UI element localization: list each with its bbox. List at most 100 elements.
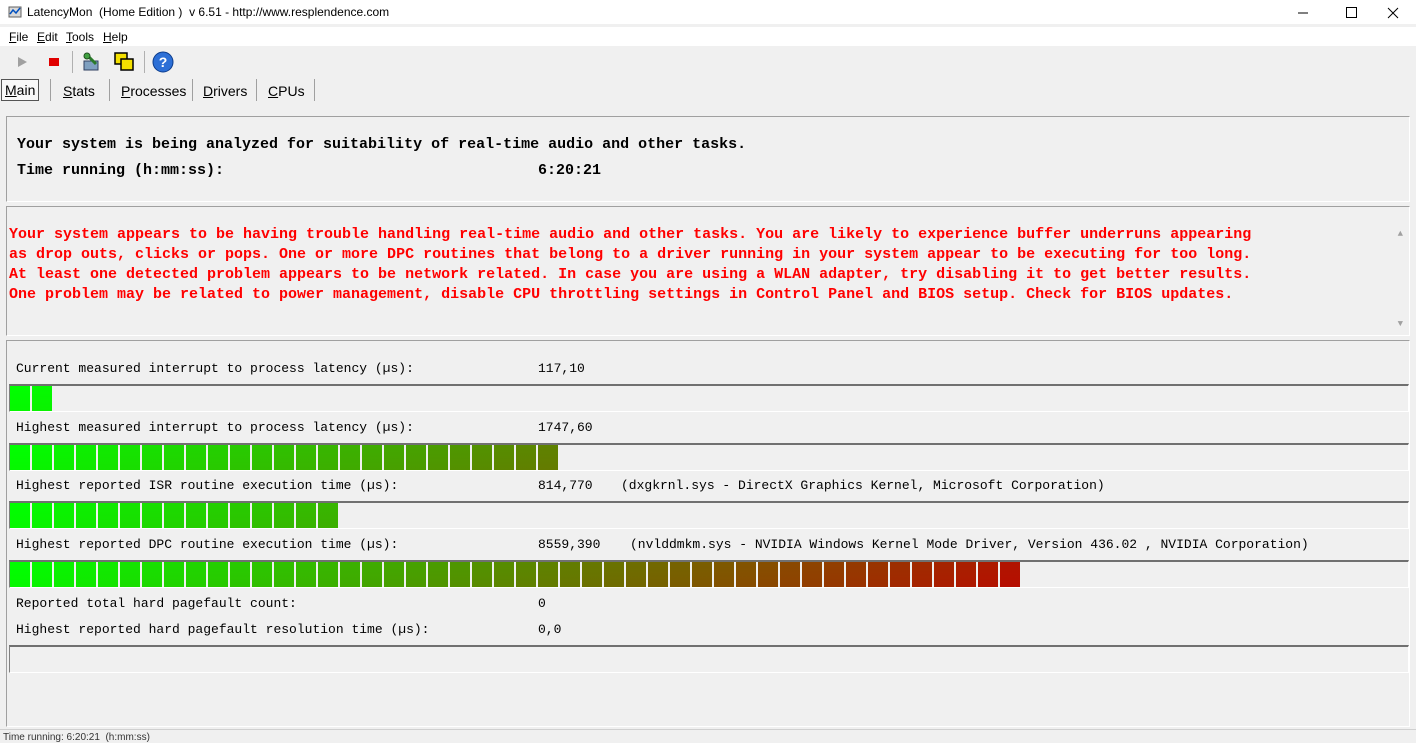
meter-segment — [230, 503, 250, 528]
meter-segment — [692, 562, 712, 587]
meter-segment — [230, 445, 250, 470]
meter-segment — [516, 445, 536, 470]
meter-segment — [54, 503, 74, 528]
dpc-bar-fill — [10, 562, 1022, 587]
scroll-down-arrow[interactable]: ▼ — [1398, 319, 1403, 329]
meter-segment — [670, 562, 690, 587]
menu-bar: File Edit Tools Help — [0, 27, 1416, 46]
meter-segment — [120, 445, 140, 470]
summary-panel: Your system is being analyzed for suitab… — [6, 116, 1410, 202]
meter-segment — [494, 445, 514, 470]
start-button[interactable] — [10, 50, 34, 74]
meter-segment — [340, 562, 360, 587]
toolbar-separator — [144, 51, 145, 73]
tab-processes[interactable]: Processes — [121, 81, 186, 101]
help-button[interactable]: ? — [151, 50, 175, 74]
meter-segment — [230, 562, 250, 587]
highest-latency-bar-fill — [10, 445, 560, 470]
meter-segment — [494, 562, 514, 587]
windows-button[interactable] — [112, 50, 136, 74]
meter-segment — [186, 562, 206, 587]
toolbar-separator — [72, 51, 73, 73]
meter-segment — [186, 503, 206, 528]
pagefault-time-value: 0,0 — [538, 622, 562, 637]
tab-cpus[interactable]: CPUs — [268, 81, 305, 101]
meter-segment — [274, 445, 294, 470]
analyzing-message: Your system is being analyzed for suitab… — [17, 136, 747, 153]
meter-segment — [10, 445, 30, 470]
analyze-button[interactable] — [80, 50, 104, 74]
minimize-icon — [1298, 12, 1308, 14]
meter-segment — [582, 562, 602, 587]
status-text: Time running: 6:20:21 (h:mm:ss) — [3, 732, 150, 743]
dpc-label: Highest reported DPC routine execution t… — [16, 537, 399, 552]
meter-segment — [10, 386, 30, 411]
meter-segment — [472, 445, 492, 470]
close-icon — [1387, 7, 1399, 19]
meter-segment — [516, 562, 536, 587]
meter-segment — [428, 445, 448, 470]
current-latency-bar — [9, 384, 1409, 412]
meter-segment — [956, 562, 976, 587]
meter-segment — [604, 562, 624, 587]
menu-file[interactable]: File — [9, 30, 28, 44]
meter-segment — [120, 562, 140, 587]
warning-line: One problem may be related to power mana… — [9, 286, 1234, 303]
tab-strip: Main Stats Processes Drivers CPUs — [0, 78, 1416, 104]
highest-latency-label: Highest measured interrupt to process la… — [16, 420, 414, 435]
meter-segment — [142, 562, 162, 587]
warning-line: At least one detected problem appears to… — [9, 266, 1252, 283]
meter-segment — [76, 445, 96, 470]
menu-help[interactable]: Help — [103, 30, 128, 44]
meter-segment — [10, 562, 30, 587]
stop-icon — [49, 58, 59, 66]
meter-segment — [32, 445, 52, 470]
maximize-button[interactable] — [1328, 0, 1374, 24]
meter-segment — [384, 445, 404, 470]
tab-stats[interactable]: Stats — [63, 81, 95, 101]
tab-drivers[interactable]: Drivers — [203, 81, 247, 101]
meter-segment — [252, 503, 272, 528]
warning-line: Your system appears to be having trouble… — [9, 226, 1252, 243]
menu-tools[interactable]: Tools — [66, 30, 94, 44]
close-button[interactable] — [1370, 0, 1416, 24]
meter-segment — [208, 562, 228, 587]
dpc-driver-detail: (nvlddmkm.sys - NVIDIA Windows Kernel Mo… — [630, 537, 1309, 552]
meter-segment — [318, 445, 338, 470]
dpc-bar — [9, 560, 1409, 588]
meter-segment — [274, 562, 294, 587]
minimize-button[interactable] — [1280, 0, 1326, 24]
meter-segment — [252, 445, 272, 470]
meter-segment — [780, 562, 800, 587]
meter-segment — [406, 445, 426, 470]
meter-segment — [76, 562, 96, 587]
isr-bar — [9, 501, 1409, 529]
stop-button[interactable] — [42, 50, 66, 74]
help-icon: ? — [152, 51, 174, 73]
title-bar: LatencyMon (Home Edition ) v 6.51 - http… — [0, 0, 1416, 24]
meter-segment — [384, 562, 404, 587]
meter-segment — [142, 445, 162, 470]
meter-segment — [428, 562, 448, 587]
meter-segment — [802, 562, 822, 587]
meter-segment — [318, 503, 338, 528]
meter-segment — [54, 562, 74, 587]
meter-segment — [32, 386, 52, 411]
tab-main[interactable]: Main — [1, 79, 40, 101]
meter-segment — [142, 503, 162, 528]
meter-segment — [32, 562, 52, 587]
menu-edit[interactable]: Edit — [37, 30, 58, 44]
meter-segment — [76, 503, 96, 528]
window-title: LatencyMon (Home Edition ) v 6.51 - http… — [27, 5, 390, 19]
meter-segment — [208, 445, 228, 470]
meter-segment — [164, 445, 184, 470]
meter-segment — [472, 562, 492, 587]
latencymon-app-icon — [8, 6, 22, 18]
meter-segment — [296, 503, 316, 528]
warning-panel[interactable]: Your system appears to be having trouble… — [6, 206, 1410, 336]
meter-segment — [648, 562, 668, 587]
metrics-panel: Current measured interrupt to process la… — [6, 340, 1410, 727]
meter-segment — [10, 503, 30, 528]
meter-segment — [714, 562, 734, 587]
scroll-up-arrow[interactable]: ▲ — [1398, 229, 1403, 239]
